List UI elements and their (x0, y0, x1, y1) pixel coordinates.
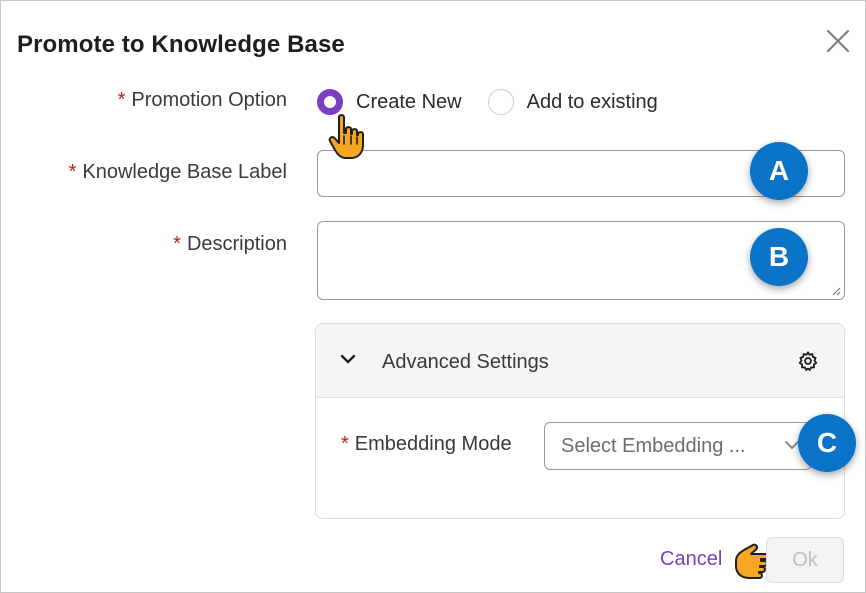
radio-add-to-existing-label: Add to existing (526, 90, 658, 113)
embedding-mode-select[interactable]: Select Embedding ... (544, 422, 812, 470)
callout-badge-c: C (798, 414, 856, 472)
callout-badge-b: B (750, 228, 808, 286)
radio-create-new-label: Create New (356, 90, 462, 113)
promote-dialog: Promote to Knowledge Base * Promotion Opt… (0, 0, 866, 593)
advanced-settings-panel: Advanced Settings (315, 323, 845, 519)
pointer-hand-icon (328, 114, 364, 159)
chevron-down-icon (340, 354, 356, 364)
ok-button[interactable]: Ok (766, 537, 844, 583)
kb-label-label: * Knowledge Base Label (68, 161, 287, 183)
close-button[interactable] (823, 26, 853, 56)
advanced-settings-header[interactable]: Advanced Settings (316, 324, 844, 398)
required-marker: * (117, 89, 126, 111)
radio-add-to-existing[interactable]: Add to existing (487, 89, 658, 115)
description-label: * Description (173, 233, 287, 255)
close-icon (827, 30, 849, 52)
cancel-button[interactable]: Cancel (660, 548, 722, 571)
advanced-settings-title: Advanced Settings (382, 351, 549, 373)
resize-handle-icon[interactable] (831, 286, 841, 296)
promotion-option-label: * Promotion Option (117, 89, 287, 111)
embedding-mode-placeholder: Select Embedding ... (561, 435, 746, 457)
dialog-title: Promote to Knowledge Base (17, 31, 345, 58)
gear-icon[interactable] (797, 350, 819, 372)
radio-unchecked-indicator (487, 89, 514, 115)
radio-create-new[interactable]: Create New (317, 89, 462, 115)
radio-checked-indicator (317, 89, 343, 115)
callout-badge-a: A (750, 142, 808, 200)
embedding-mode-label: * Embedding Mode (341, 433, 512, 455)
